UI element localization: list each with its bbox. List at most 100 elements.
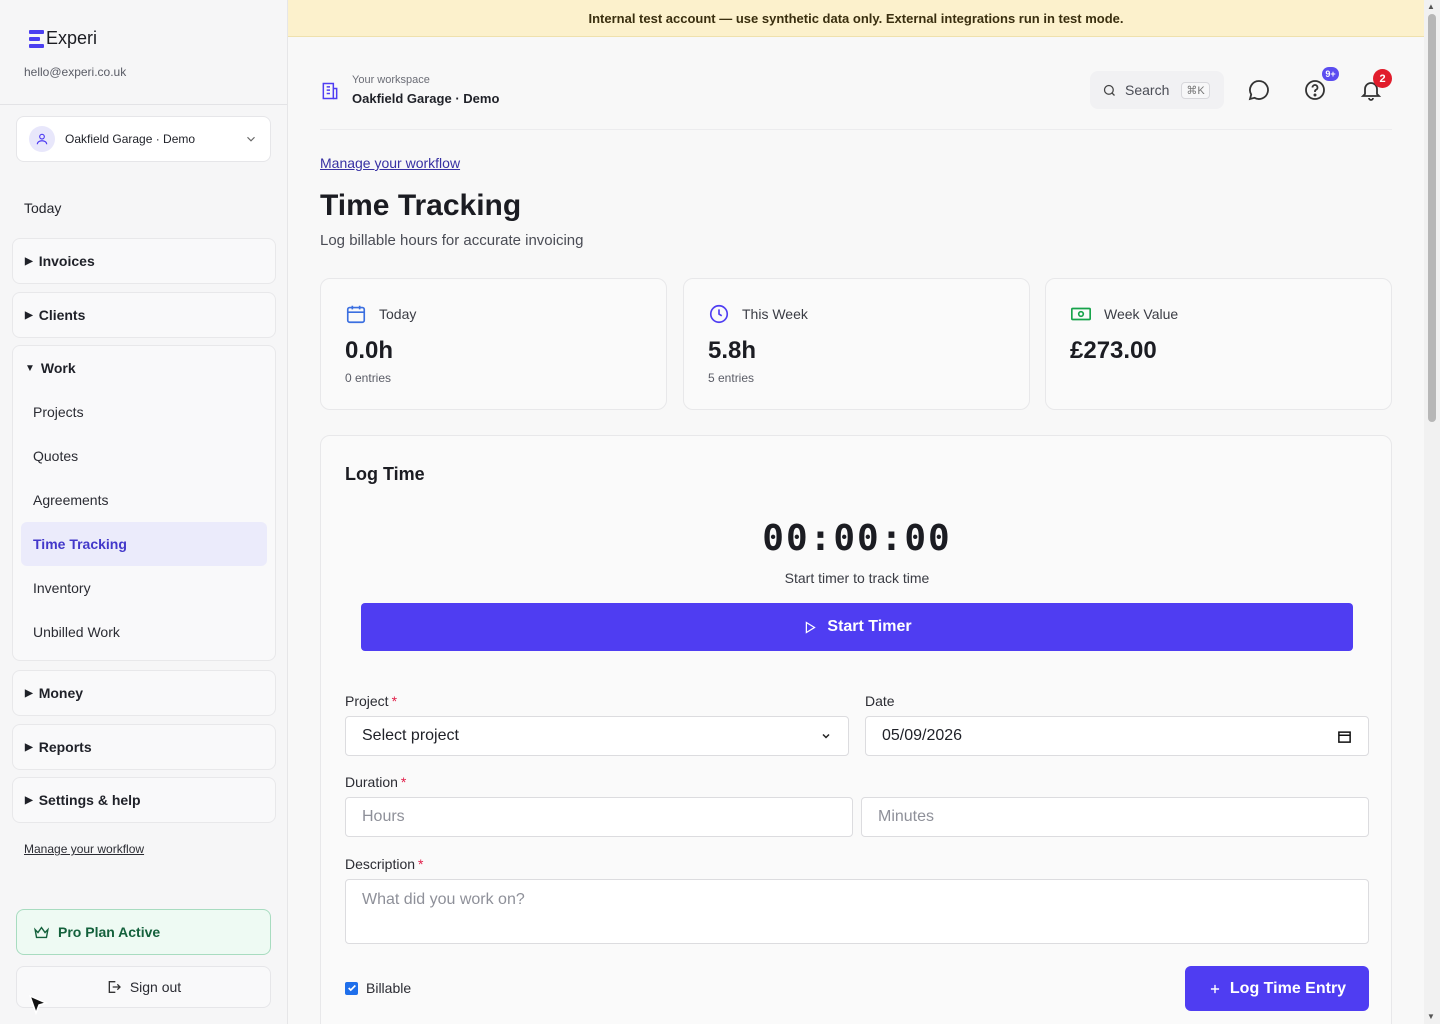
stat-subtext: 5 entries: [708, 371, 755, 385]
sidebar-group-money[interactable]: ▶ Money: [12, 670, 276, 716]
sidebar-item-projects[interactable]: Projects: [13, 390, 275, 434]
sidebar-divider: [0, 104, 287, 105]
sidebar-item-today[interactable]: Today: [24, 200, 61, 216]
plus-icon: [1210, 984, 1219, 993]
top-bar: Your workspace Oakfield Garage · Demo Se…: [320, 60, 1392, 130]
sidebar-item-inventory[interactable]: Inventory: [13, 566, 275, 610]
description-textarea[interactable]: What did you work on?: [345, 879, 1369, 944]
log-time-title: Log Time: [345, 464, 425, 484]
log-time-entry-button[interactable]: Log Time Entry: [1185, 966, 1369, 1011]
page-scrollbar[interactable]: ▲ ▼: [1424, 0, 1440, 1024]
sign-out-icon: [108, 981, 121, 993]
sidebar-item-unbilled-work[interactable]: Unbilled Work: [13, 610, 275, 654]
notifications-button[interactable]: 2: [1359, 69, 1392, 102]
date-input[interactable]: 05/09/2026: [865, 716, 1369, 756]
stat-value: 5.8h: [708, 337, 757, 364]
date-label: Date: [865, 693, 895, 709]
log-time-card: Log Time 00:00:00 Start timer to track t…: [320, 435, 1392, 1024]
brand-logo[interactable]: Experi: [29, 28, 97, 49]
help-badge: 9+: [1322, 67, 1339, 81]
sidebar-group-settings[interactable]: ▶ Settings & help: [12, 777, 276, 823]
brand-name: Experi: [46, 28, 98, 48]
sidebar-group-label: Money: [38, 685, 84, 701]
manage-workflow-link[interactable]: Manage your workflow: [24, 842, 144, 856]
search-label: Search: [1125, 82, 1170, 98]
stat-card-this-week: This Week 5.8h 5 entries: [683, 278, 1030, 410]
sidebar-group-work: ▼ Work Projects Quotes Agreements Time Tr…: [12, 345, 276, 661]
project-label: Project *: [345, 693, 398, 709]
start-timer-label: Start Timer: [827, 618, 912, 635]
timer-display: 00:00:00: [762, 518, 952, 559]
billable-label: Billable: [366, 980, 412, 996]
check-icon: [347, 984, 356, 992]
caret-right-icon: ▶: [25, 741, 33, 753]
duration-label: Duration *: [345, 774, 407, 790]
workspace-selector-label: Oakfield Garage · Demo: [65, 132, 196, 146]
hours-input[interactable]: Hours: [345, 797, 853, 837]
scrollbar-thumb[interactable]: [1428, 14, 1436, 422]
search-icon: [1103, 84, 1115, 96]
sidebar-item-time-tracking[interactable]: Time Tracking: [21, 522, 267, 566]
workspace-selector[interactable]: Oakfield Garage · Demo: [16, 116, 271, 162]
billable-checkbox[interactable]: [345, 981, 358, 995]
sidebar-group-label: Settings & help: [38, 792, 141, 808]
sidebar-item-agreements[interactable]: Agreements: [13, 478, 275, 522]
stat-label: Today: [379, 306, 417, 322]
experi-logo-icon: [29, 29, 44, 48]
sidebar: Experi hello@experi.co.uk Oakfield Garag…: [0, 0, 288, 1024]
pro-plan-badge[interactable]: Pro Plan Active: [16, 909, 271, 955]
building-icon: [322, 82, 338, 100]
timer-hint: Start timer to track time: [784, 570, 930, 586]
workspace-label: Your workspace: [352, 74, 430, 86]
stat-subtext: 0 entries: [345, 371, 392, 385]
scroll-up-icon[interactable]: ▲: [1427, 2, 1435, 11]
help-icon: [1305, 80, 1325, 100]
account-email: hello@experi.co.uk: [24, 65, 127, 79]
sidebar-group-invoices[interactable]: ▶ Invoices: [12, 238, 276, 284]
sidebar-group-work-toggle[interactable]: ▼ Work: [13, 346, 275, 390]
stat-label: This Week: [742, 306, 808, 322]
chevron-down-icon: [247, 136, 255, 142]
caret-right-icon: ▶: [25, 794, 33, 806]
project-select-value: Select project: [362, 727, 459, 744]
sidebar-item-quotes[interactable]: Quotes: [13, 434, 275, 478]
test-account-banner: Internal test account — use synthetic da…: [288, 0, 1424, 37]
sidebar-group-label: Clients: [38, 307, 86, 323]
project-select[interactable]: Select project: [345, 716, 849, 756]
sidebar-group-reports[interactable]: ▶ Reports: [12, 724, 276, 770]
date-value: 05/09/2026: [882, 727, 963, 744]
caret-right-icon: ▶: [25, 309, 33, 321]
page-title: Time Tracking: [320, 189, 522, 222]
play-icon: [806, 620, 817, 634]
mouse-cursor-icon: [28, 994, 48, 1016]
chevron-down-icon: [822, 733, 830, 739]
search-button[interactable]: Search ⌘K: [1090, 71, 1224, 109]
stat-value: £273.00: [1070, 337, 1157, 364]
calendar-picker-icon[interactable]: [1337, 729, 1352, 744]
crown-icon: [34, 925, 49, 938]
sign-out-button[interactable]: Sign out: [16, 966, 271, 1008]
cash-icon: [1071, 307, 1091, 321]
log-time-entry-label: Log Time Entry: [1229, 979, 1347, 997]
sidebar-group-label: Work: [40, 360, 76, 376]
pro-plan-label: Pro Plan Active: [58, 924, 161, 940]
start-timer-button[interactable]: Start Timer: [361, 603, 1353, 651]
scroll-down-icon[interactable]: ▼: [1427, 1012, 1435, 1021]
search-shortcut: ⌘K: [1181, 81, 1210, 99]
chat-icon[interactable]: [1247, 78, 1271, 102]
sign-out-label: Sign out: [129, 979, 182, 995]
sidebar-group-clients[interactable]: ▶ Clients: [12, 292, 276, 338]
calendar-icon: [346, 305, 366, 324]
description-label: Description *: [345, 856, 424, 872]
caret-right-icon: ▶: [25, 255, 33, 267]
caret-down-icon: ▼: [25, 362, 35, 374]
notifications-badge: 2: [1373, 69, 1392, 88]
sidebar-group-label: Invoices: [38, 253, 95, 269]
caret-right-icon: ▶: [25, 687, 33, 699]
billable-checkbox-row[interactable]: Billable: [345, 980, 411, 996]
minutes-input[interactable]: Minutes: [861, 797, 1369, 837]
manage-workflow-link-main[interactable]: Manage your workflow: [320, 155, 460, 171]
stat-value: 0.0h: [345, 337, 394, 364]
page-subtitle: Log billable hours for accurate invoicin…: [320, 232, 584, 249]
help-button[interactable]: 9+: [1303, 67, 1339, 102]
